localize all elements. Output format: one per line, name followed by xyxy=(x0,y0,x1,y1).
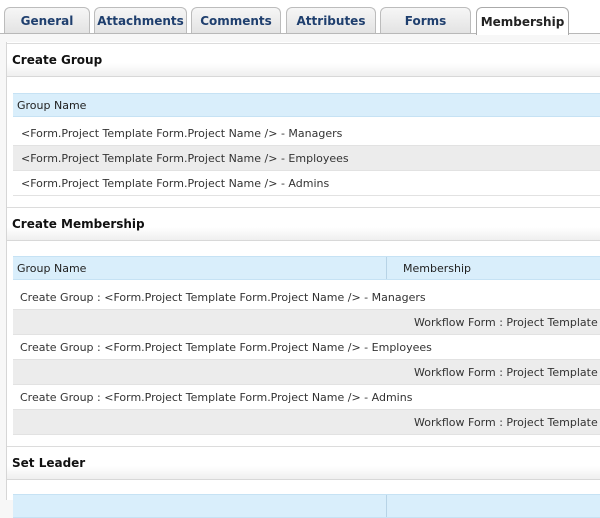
create-group-table-header: Group Name xyxy=(13,93,600,117)
create-membership-table-header: Group Name Membership xyxy=(13,256,600,280)
membership-row[interactable]: Create Group : <Form.Project Template Fo… xyxy=(13,335,600,360)
membership-cell: Workflow Form : Project Template Form xyxy=(414,315,600,329)
group-name-cell: Create Group : <Form.Project Template Fo… xyxy=(20,390,413,404)
column-divider xyxy=(386,495,387,517)
create-group-section-title: Create Group xyxy=(7,43,600,77)
tab-comments[interactable]: Comments xyxy=(191,7,281,33)
create-group-row[interactable]: <Form.Project Template Form.Project Name… xyxy=(13,121,600,146)
group-name-column-header: Group Name xyxy=(17,98,87,112)
membership-row[interactable]: Workflow Form : Project Template Form xyxy=(13,410,600,435)
membership-row[interactable]: Workflow Form : Project Template Form xyxy=(13,360,600,385)
set-leader-table-header xyxy=(13,494,600,518)
create-group-row[interactable]: <Form.Project Template Form.Project Name… xyxy=(13,146,600,171)
group-name-cell: <Form.Project Template Form.Project Name… xyxy=(21,151,349,165)
create-group-row[interactable]: <Form.Project Template Form.Project Name… xyxy=(13,171,600,196)
group-name-cell: <Form.Project Template Form.Project Name… xyxy=(21,176,330,190)
group-name-cell: Create Group : <Form.Project Template Fo… xyxy=(20,290,426,304)
tab-attributes[interactable]: Attributes xyxy=(286,7,376,33)
tab-attachments[interactable]: Attachments xyxy=(94,7,187,33)
set-leader-section-title: Set Leader xyxy=(7,446,600,480)
membership-column-header: Membership xyxy=(403,261,471,275)
group-name-cell: Create Group : <Form.Project Template Fo… xyxy=(20,340,432,354)
membership-row[interactable]: Create Group : <Form.Project Template Fo… xyxy=(13,285,600,310)
membership-cell: Workflow Form : Project Template Form xyxy=(414,415,600,429)
membership-row[interactable]: Create Group : <Form.Project Template Fo… xyxy=(13,385,600,410)
column-divider xyxy=(386,257,387,279)
tab-bar: General Attachments Comments Attributes … xyxy=(0,0,600,35)
membership-row[interactable]: Workflow Form : Project Template Form xyxy=(13,310,600,335)
create-membership-section-title: Create Membership xyxy=(7,207,600,241)
tab-general[interactable]: General xyxy=(4,7,90,33)
tab-forms[interactable]: Forms xyxy=(380,7,471,33)
membership-panel: Create Group Group Name <Form.Project Te… xyxy=(6,42,600,518)
tab-membership[interactable]: Membership xyxy=(476,7,569,35)
group-name-cell: <Form.Project Template Form.Project Name… xyxy=(21,126,343,140)
membership-cell: Workflow Form : Project Template Form xyxy=(414,365,600,379)
group-name-column-header: Group Name xyxy=(17,261,87,275)
